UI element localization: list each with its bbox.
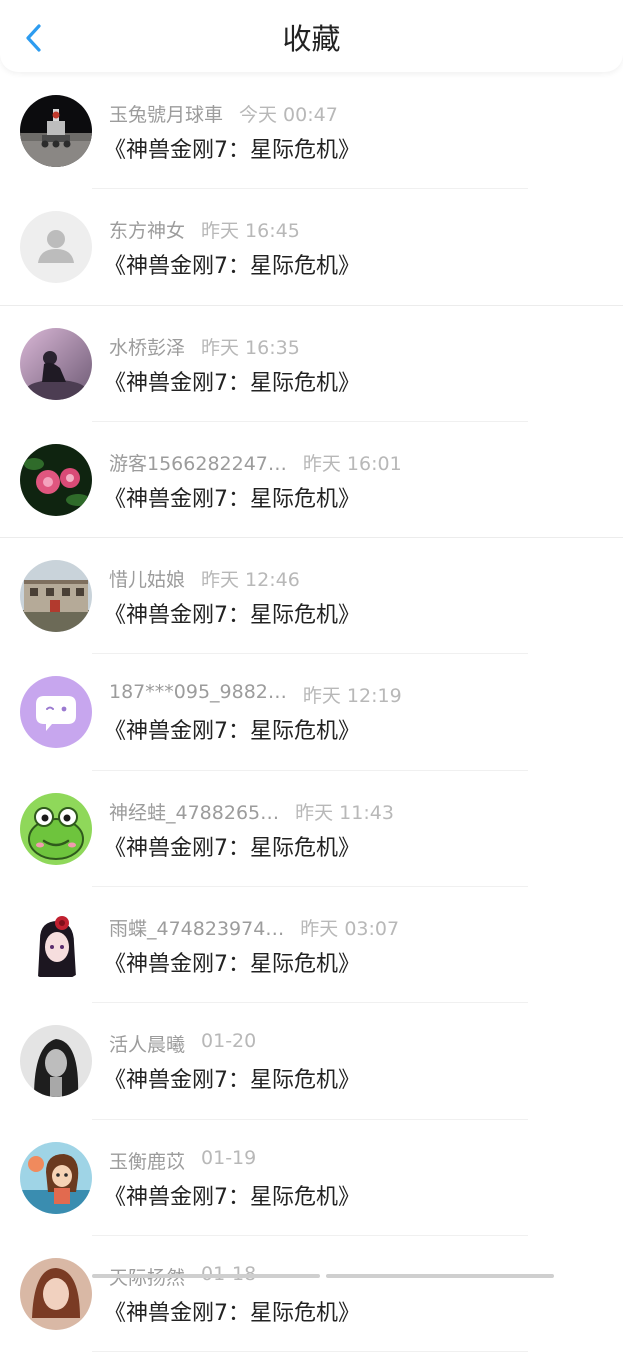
user-name[interactable]: 惜儿姑娘 — [109, 565, 185, 592]
timestamp: 01-19 — [201, 1146, 257, 1169]
work-title[interactable]: 《神兽金刚7：星际危机》 — [104, 132, 360, 164]
user-name[interactable]: 神经蛙_4788265… — [109, 798, 279, 825]
list-item[interactable]: 东方神女 昨天 16:45 《神兽金刚7：星际危机》 — [0, 189, 623, 306]
user-name[interactable]: 雨蝶_474823974… — [109, 914, 284, 941]
page-title: 收藏 — [282, 22, 341, 56]
user-name[interactable]: 东方神女 — [109, 216, 185, 243]
favorites-list: 玉兔號月球車 今天 00:47 《神兽金刚7：星际危机》 东方神女 昨天 16:45… — [0, 73, 623, 1352]
list-item[interactable]: 水桥彭泽 昨天 16:35 《神兽金刚7：星际危机》 — [0, 306, 623, 423]
frog-avatar[interactable] — [20, 792, 92, 865]
list-item[interactable]: 187***095_9882… 昨天 12:19 《神兽金刚7：星际危机》 — [0, 654, 623, 772]
user-name[interactable]: 187***095_9882… — [109, 681, 287, 703]
list-item[interactable]: 天际扬然01-18 《神兽金刚7：星际危机》 — [0, 1236, 623, 1352]
anime-girl-avatar[interactable] — [20, 909, 92, 982]
work-title[interactable]: 《神兽金刚7：星际危机》 — [104, 946, 360, 978]
work-title[interactable]: 《神兽金刚7：星际危机》 — [104, 365, 360, 397]
timestamp: 昨天 11:43 — [295, 801, 394, 824]
work-title[interactable]: 《神兽金刚7：星际危机》 — [104, 1062, 360, 1094]
user-name[interactable]: 游客1566282247… — [109, 449, 287, 476]
timestamp: 昨天 12:19 — [302, 685, 402, 708]
user-name[interactable]: 水桥彭泽 — [109, 333, 185, 360]
scroll-indicator-segment — [326, 1274, 554, 1278]
work-title[interactable]: 《神兽金刚7：星际危机》 — [104, 481, 360, 513]
work-title[interactable]: 《神兽金刚7：星际危机》 — [104, 597, 360, 629]
timestamp: 今天 00:47 — [239, 104, 338, 126]
scroll-indicator-segment — [92, 1274, 320, 1278]
bw-woman-avatar[interactable] — [20, 1025, 92, 1098]
woman-avatar[interactable] — [20, 1257, 92, 1330]
list-item[interactable]: 活人晨曦 01-20 《神兽金刚7：星际危机》 — [0, 1003, 623, 1120]
user-name[interactable]: 玉衡鹿苡 — [109, 1147, 185, 1174]
cartoon-girl-avatar[interactable] — [20, 1141, 92, 1214]
chat-bubble-avatar[interactable] — [20, 676, 92, 749]
pink-flower-avatar[interactable] — [20, 443, 92, 516]
list-item[interactable]: 雨蝶_474823974… 昨天 03:07 《神兽金刚7：星际危机》 — [0, 887, 623, 1004]
timestamp: 昨天 03:07 — [300, 918, 400, 941]
list-item[interactable]: 游客1566282247… 昨天 16:01 《神兽金刚7：星际危机》 — [0, 422, 623, 539]
list-item[interactable]: 惜儿姑娘 昨天 12:46 《神兽金刚7：星际危机》 — [0, 538, 623, 655]
default-user-avatar[interactable] — [20, 211, 92, 284]
user-name[interactable]: 玉兔號月球車 — [109, 100, 223, 127]
timestamp: 昨天 16:35 — [201, 336, 300, 359]
work-title[interactable]: 《神兽金刚7：星际危机》 — [104, 248, 360, 280]
list-item[interactable]: 玉兔號月球車 今天 00:47 《神兽金刚7：星际危机》 — [0, 73, 623, 190]
building-avatar[interactable] — [20, 560, 92, 633]
header-bar: 收藏 — [0, 0, 623, 72]
list-item[interactable]: 玉衡鹿苡 01-19 《神兽金刚7：星际危机》 — [0, 1120, 623, 1237]
work-title[interactable]: 《神兽金刚7：星际危机》 — [104, 1295, 360, 1327]
timestamp: 01-20 — [201, 1030, 257, 1053]
scroll-indicator[interactable] — [92, 1274, 554, 1278]
list-item[interactable]: 神经蛙_4788265… 昨天 11:43 《神兽金刚7：星际危机》 — [0, 771, 623, 888]
sitting-girl-avatar[interactable] — [20, 327, 92, 400]
user-name[interactable]: 活人晨曦 — [109, 1030, 185, 1057]
timestamp: 昨天 12:46 — [201, 569, 300, 592]
timestamp: 昨天 16:45 — [201, 220, 300, 243]
work-title[interactable]: 《神兽金刚7：星际危机》 — [104, 1179, 360, 1211]
work-title[interactable]: 《神兽金刚7：星际危机》 — [104, 830, 360, 862]
timestamp: 昨天 16:01 — [302, 452, 402, 475]
moon-rover-avatar[interactable] — [20, 95, 92, 167]
work-title[interactable]: 《神兽金刚7：星际危机》 — [104, 713, 360, 745]
